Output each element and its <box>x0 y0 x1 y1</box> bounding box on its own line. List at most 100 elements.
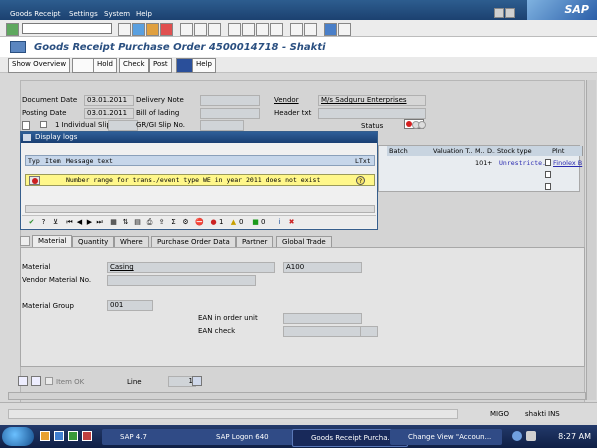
exit-icon[interactable] <box>146 23 159 36</box>
longtext-icon[interactable]: ? <box>356 176 365 185</box>
prev-page-icon[interactable] <box>242 23 255 36</box>
tray-network-icon[interactable] <box>512 431 522 441</box>
command-field[interactable] <box>22 23 112 34</box>
warning-filter-icon[interactable]: ▲ <box>229 218 238 227</box>
next-page-icon[interactable] <box>256 23 269 36</box>
bill-of-lading-field[interactable] <box>200 108 260 119</box>
slip-field[interactable] <box>108 120 138 131</box>
vendor-field[interactable]: M/s Sadguru Enterprises <box>318 95 426 106</box>
maximize-icon[interactable] <box>505 8 515 18</box>
header-txt-field[interactable] <box>318 108 426 119</box>
item-copy-icon[interactable] <box>31 376 41 386</box>
grid-col-valuation[interactable]: Valuation T.. <box>431 146 476 156</box>
detail-icon[interactable]: ▦ <box>109 218 118 227</box>
material-code-field[interactable]: A100 <box>283 262 362 273</box>
item-ok-checkbox[interactable] <box>45 377 53 385</box>
export-icon[interactable]: ⇪ <box>157 218 166 227</box>
print-icon[interactable] <box>180 23 193 36</box>
col-typ[interactable]: Typ <box>28 156 40 166</box>
grid-col-batch[interactable]: Batch <box>387 146 434 156</box>
stock-type-f4-icon-2[interactable] <box>545 171 551 178</box>
document-icon[interactable] <box>72 58 94 73</box>
start-button[interactable] <box>2 427 34 446</box>
menu-system[interactable]: System <box>104 10 130 18</box>
menu-goods-receipt[interactable]: Goods Receipt <box>10 10 60 18</box>
quicklaunch-desktop-icon[interactable] <box>68 431 78 441</box>
success-filter-icon[interactable]: ■ <box>251 218 260 227</box>
vendor-material-field[interactable] <box>107 275 256 286</box>
menu-help[interactable]: Help <box>136 10 152 18</box>
first-icon[interactable]: ⏮ <box>65 218 74 227</box>
help-icon[interactable] <box>324 23 337 36</box>
stock-type-f4-icon[interactable] <box>545 159 551 166</box>
save-icon[interactable] <box>118 23 131 36</box>
prev-icon[interactable]: ◀ <box>75 218 84 227</box>
material-field[interactable]: Casing <box>107 262 275 273</box>
stock-type-f4-icon-3[interactable] <box>545 183 551 190</box>
item-first-icon[interactable] <box>18 376 28 386</box>
back-icon[interactable] <box>132 23 145 36</box>
delivery-note-field[interactable] <box>200 95 260 106</box>
layout-icon[interactable]: ▤ <box>133 218 142 227</box>
main-hscrollbar[interactable] <box>8 392 586 400</box>
tab-list-icon[interactable] <box>20 236 30 246</box>
dialog-title: Display logs <box>21 132 377 143</box>
grid-col-plant[interactable]: Plnt <box>550 146 583 156</box>
stop-icon[interactable]: ⛔ <box>195 218 204 227</box>
vertical-scrollbar[interactable] <box>586 80 596 400</box>
help-button[interactable]: Help <box>192 58 216 73</box>
new-session-icon[interactable] <box>290 23 303 36</box>
print-icon[interactable]: ⎙ <box>145 218 154 227</box>
posting-date-field[interactable]: 03.01.2011 <box>84 108 134 119</box>
quicklaunch-folder-icon[interactable] <box>40 431 50 441</box>
grid-plant-value[interactable]: Finolex B <box>553 159 582 167</box>
last-icon[interactable]: ⏭ <box>95 218 104 227</box>
ean-check-extra-field[interactable] <box>360 326 378 337</box>
shortcut-icon[interactable] <box>304 23 317 36</box>
first-page-icon[interactable] <box>228 23 241 36</box>
task-change-view[interactable]: Change View "Accoun... <box>390 429 502 445</box>
tray-volume-icon[interactable] <box>526 431 536 441</box>
material-group-field[interactable]: 001 <box>107 300 153 311</box>
col-ltxt[interactable]: LTxt <box>355 156 371 166</box>
check-button[interactable]: Check <box>119 58 149 73</box>
help-icon[interactable]: ? <box>39 218 48 227</box>
line-label: Line <box>127 378 142 386</box>
quicklaunch-app-icon[interactable] <box>82 431 92 441</box>
confirm-icon[interactable]: ✔ <box>27 218 36 227</box>
dialog-hscrollbar[interactable] <box>25 205 375 213</box>
filter-icon[interactable]: ⊻ <box>51 218 60 227</box>
hold-button[interactable]: Hold <box>93 58 117 73</box>
ean-check-field[interactable] <box>283 326 362 337</box>
document-date-field[interactable]: 03.01.2011 <box>84 95 134 106</box>
close-dialog-icon[interactable]: ✖ <box>287 218 296 227</box>
ean-order-unit-field[interactable] <box>283 313 362 324</box>
col-item[interactable]: Item <box>45 156 61 166</box>
last-page-icon[interactable] <box>270 23 283 36</box>
find-next-icon[interactable] <box>208 23 221 36</box>
enter-icon[interactable] <box>6 23 19 36</box>
grgi-slip-field[interactable] <box>200 120 244 131</box>
find-icon[interactable] <box>194 23 207 36</box>
sum-icon[interactable]: Σ <box>169 218 178 227</box>
grid-col-stock-type[interactable]: Stock type <box>495 146 553 156</box>
log-row[interactable]: Number range for trans./event type WE in… <box>25 174 375 186</box>
info-icon[interactable]: i <box>275 218 284 227</box>
menu-settings[interactable]: Settings <box>69 10 98 18</box>
post-button[interactable]: Post <box>149 58 172 73</box>
slip-checkbox[interactable] <box>40 121 47 128</box>
page-title: Goods Receipt Purchase Order 4500014718 … <box>34 42 326 53</box>
show-overview-button[interactable]: Show Overview <box>8 58 71 73</box>
layout-icon[interactable] <box>338 23 351 36</box>
error-icon <box>29 176 40 185</box>
next-icon[interactable]: ▶ <box>85 218 94 227</box>
quicklaunch-ie-icon[interactable] <box>54 431 64 441</box>
error-filter-icon[interactable]: ● <box>209 218 218 227</box>
minimize-icon[interactable] <box>494 8 504 18</box>
grid-stock-type-value[interactable]: Unrestricte.. <box>499 159 550 167</box>
sort-icon[interactable]: ⇅ <box>121 218 130 227</box>
settings-icon[interactable]: ⚙ <box>181 218 190 227</box>
cancel-icon[interactable] <box>160 23 173 36</box>
col-message-text[interactable]: Message text <box>66 156 113 166</box>
line-nav-icon[interactable] <box>192 376 202 386</box>
